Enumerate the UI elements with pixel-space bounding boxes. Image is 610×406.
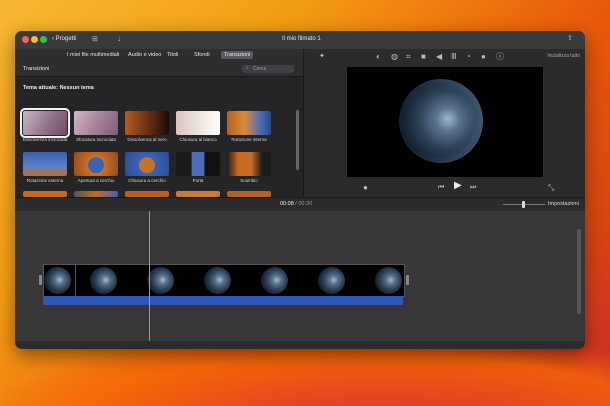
transition-thumbnail[interactable] xyxy=(125,152,169,176)
playhead[interactable] xyxy=(149,211,150,341)
clip-trim-handle[interactable] xyxy=(39,275,42,285)
transition-thumbnail[interactable] xyxy=(20,108,70,138)
video-clip[interactable] xyxy=(75,264,405,297)
current-time: 00:08 xyxy=(280,201,294,207)
imovie-window: ‹ Progetti ⊞ ↓ Il mio filmato 1 ⇪ I miei… xyxy=(15,31,585,349)
clip-frame-thumbnail xyxy=(204,267,231,294)
audio-track[interactable] xyxy=(43,296,403,305)
total-time: 00:30 xyxy=(298,201,313,207)
crop-icon[interactable]: ⌗ xyxy=(406,53,411,61)
current-theme-label: Tema attuale: Nessun tema xyxy=(23,85,94,91)
zoom-window-button[interactable] xyxy=(40,36,47,43)
stabilization-icon[interactable]: ■ xyxy=(421,53,426,61)
playback-time: 00:08 / 00:30 xyxy=(280,201,312,207)
browser-heading: Transizioni xyxy=(23,66,50,72)
media-tab-bar: I miei file multimediali Audio e video T… xyxy=(15,49,303,62)
transition-label: Dissolvenza al nero xyxy=(127,137,167,142)
search-placeholder: Cerca xyxy=(253,66,267,72)
media-import-icon[interactable]: ⊞ xyxy=(92,36,98,44)
tab-audio-video[interactable]: Audio e video xyxy=(125,51,164,59)
clip-frame-thumbnail xyxy=(318,267,345,294)
transition-thumbnail[interactable] xyxy=(23,152,67,176)
search-icon: ⌕ xyxy=(246,65,249,71)
chevron-left-icon: ‹ xyxy=(52,36,54,42)
video-clip[interactable] xyxy=(43,264,76,297)
skip-back-icon[interactable]: ⏮ xyxy=(438,184,444,192)
browser-scrollbar[interactable] xyxy=(296,110,299,170)
equalizer-icon[interactable]: Ⅲ xyxy=(451,53,457,61)
play-icon[interactable]: ▶ xyxy=(454,181,462,191)
settings-button[interactable]: Impostazioni xyxy=(548,201,579,207)
zoom-slider-handle[interactable] xyxy=(522,201,525,208)
transition-label: Chiusura al bianco xyxy=(179,137,217,142)
share-icon[interactable]: ⇪ xyxy=(567,35,573,43)
timeline-vertical-scrollbar[interactable] xyxy=(577,229,581,314)
skip-forward-icon[interactable]: ⏭ xyxy=(470,184,476,192)
transition-thumbnail[interactable] xyxy=(74,152,118,176)
microphone-icon[interactable]: ● xyxy=(363,184,368,192)
transition-thumbnail[interactable] xyxy=(125,111,169,135)
projects-back-button[interactable]: ‹ Progetti xyxy=(52,36,76,42)
close-window-button[interactable] xyxy=(22,36,29,43)
time-separator: / xyxy=(295,201,297,207)
clip-frame-thumbnail xyxy=(261,267,288,294)
transition-label: Porta xyxy=(192,178,204,183)
transition-label: Rotazione esterna xyxy=(26,178,64,183)
clip-frame-thumbnail xyxy=(90,267,117,294)
clip-trim-handle[interactable] xyxy=(406,275,409,285)
transitions-browser: Transizioni ⌕ Cerca Tema attuale: Nessun… xyxy=(15,62,303,197)
transition-label: Scambio xyxy=(240,178,258,183)
speed-icon[interactable]: ◔ xyxy=(466,53,471,61)
earth-preview-image xyxy=(399,79,483,163)
timeline[interactable]: ♫ xyxy=(15,211,585,341)
tab-titles[interactable]: Titoli xyxy=(164,51,181,59)
viewer-panel: ✦ ◐ ◍ ⌗ ■ ◀ Ⅲ ◔ ● ⓘ Inizializza tutto ● … xyxy=(303,49,585,197)
clip-frame-thumbnail xyxy=(147,267,174,294)
tab-my-media[interactable]: I miei file multimediali xyxy=(64,51,122,59)
transition-thumbnail[interactable] xyxy=(74,111,118,135)
transition-label: Apertura a cerchio xyxy=(77,178,115,183)
transition-label: Chiusura a cerchio xyxy=(128,178,166,183)
info-icon[interactable]: ⓘ xyxy=(496,53,504,61)
volume-icon[interactable]: ◀ xyxy=(436,53,442,61)
minimize-window-button[interactable] xyxy=(31,36,38,43)
clip-frame-thumbnail xyxy=(44,267,71,294)
window-title: Il mio filmato 1 xyxy=(282,36,321,42)
transition-thumbnail[interactable] xyxy=(227,152,271,176)
transition-label: Sfocatura incrociata xyxy=(76,137,116,142)
transition-thumbnail[interactable] xyxy=(227,111,271,135)
clip-frame-thumbnail xyxy=(375,267,402,294)
download-icon[interactable]: ↓ xyxy=(117,35,121,43)
magic-wand-icon[interactable]: ✦ xyxy=(319,53,325,61)
title-bar: ‹ Progetti ⊞ ↓ Il mio filmato 1 ⇪ xyxy=(15,31,585,49)
transition-thumbnail[interactable] xyxy=(176,152,220,176)
fullscreen-icon[interactable]: ⤡ xyxy=(548,184,554,192)
preview-screen xyxy=(347,67,543,177)
color-correction-icon[interactable]: ◍ xyxy=(391,53,398,61)
filter-icon[interactable]: ● xyxy=(481,53,486,61)
tab-transitions[interactable]: Transizioni xyxy=(221,51,254,59)
tab-backgrounds[interactable]: Sfondi xyxy=(191,51,213,59)
reset-all-button[interactable]: Inizializza tutto xyxy=(547,53,580,59)
transition-label: Rotazione interna xyxy=(231,137,267,142)
color-balance-icon[interactable]: ◐ xyxy=(376,53,381,61)
browser-header: Transizioni ⌕ Cerca xyxy=(15,62,303,77)
projects-back-label: Progetti xyxy=(55,36,77,42)
transition-label: Dissolvenza incrociata xyxy=(22,137,68,142)
transition-thumbnail[interactable] xyxy=(176,111,220,135)
time-bar: 00:08 / 00:30 Impostazioni xyxy=(15,197,585,212)
search-field[interactable]: ⌕ Cerca xyxy=(242,65,294,73)
